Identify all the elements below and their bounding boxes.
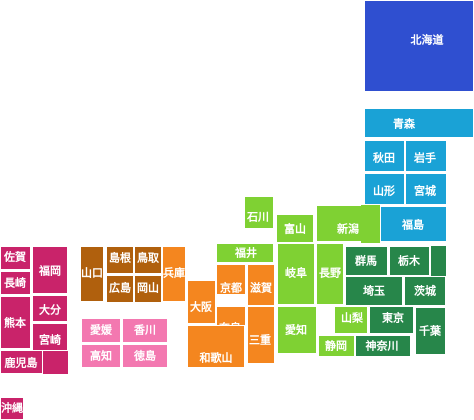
prefecture-yamanashi[interactable] <box>334 306 368 334</box>
prefecture-saga[interactable] <box>0 246 31 270</box>
prefecture-mie[interactable] <box>247 306 275 364</box>
prefecture-gunma[interactable] <box>345 246 388 276</box>
prefecture-hokkaido[interactable] <box>364 0 474 92</box>
prefecture-nagasaki[interactable] <box>0 271 31 295</box>
prefecture-akita[interactable] <box>364 140 405 172</box>
prefecture-osaka[interactable] <box>187 280 216 324</box>
prefecture-tottori[interactable] <box>134 246 162 274</box>
prefecture-kagawa[interactable] <box>122 318 168 343</box>
prefecture-kumamoto[interactable] <box>0 296 31 349</box>
japan-map: 北海道 青森 秋田 岩手 山形 宮城 福島 新潟 富山 石川 福井 長野 岐阜 愛知 静岡 山梨 群馬 栃木 茨城埼… <box>0 0 474 420</box>
prefecture-shimane[interactable] <box>106 246 134 274</box>
prefecture-aomori[interactable] <box>364 108 474 138</box>
prefecture-iwate[interactable] <box>405 140 447 172</box>
prefecture-aichi[interactable] <box>277 306 317 354</box>
prefecture-ehime[interactable] <box>81 318 121 343</box>
prefecture-miyagi[interactable] <box>405 173 447 205</box>
prefecture-ibaraki-part[interactable] <box>431 246 446 276</box>
prefecture-gifu[interactable] <box>277 243 315 305</box>
prefecture-kochi[interactable] <box>81 344 121 368</box>
prefecture-hyogo[interactable] <box>162 246 186 302</box>
prefecture-kagoshima-part[interactable] <box>43 351 68 374</box>
prefecture-kagoshima[interactable] <box>0 350 43 374</box>
prefecture-shiga[interactable] <box>247 264 275 306</box>
prefecture-ishikawa[interactable] <box>244 196 274 229</box>
prefecture-yamaguchi[interactable] <box>80 246 104 302</box>
prefecture-kyoto[interactable] <box>216 264 246 295</box>
prefecture-oita[interactable] <box>32 295 68 322</box>
prefecture-tokyo[interactable] <box>369 306 414 334</box>
prefecture-okinawa[interactable] <box>0 397 24 420</box>
prefecture-fukui[interactable] <box>216 243 274 263</box>
prefecture-chiba[interactable] <box>415 307 446 355</box>
prefecture-tokushima[interactable] <box>122 344 168 368</box>
prefecture-nagano[interactable] <box>316 243 344 305</box>
prefecture-toyama[interactable] <box>276 214 314 243</box>
prefecture-miyazaki[interactable] <box>32 323 68 351</box>
prefecture-fukushima[interactable] <box>380 206 447 242</box>
prefecture-okayama[interactable] <box>134 275 162 303</box>
prefecture-fukuoka[interactable] <box>32 246 68 294</box>
prefecture-tochigi[interactable] <box>389 246 430 276</box>
prefecture-saitama[interactable] <box>345 276 403 306</box>
prefecture-niigata-part[interactable] <box>361 205 380 243</box>
prefecture-shizuoka[interactable] <box>318 335 355 357</box>
prefecture-kanagawa[interactable] <box>355 335 411 357</box>
prefecture-yamagata[interactable] <box>364 173 405 205</box>
prefecture-hiroshima[interactable] <box>106 275 134 303</box>
prefecture-wakayama[interactable] <box>187 325 245 368</box>
prefecture-ibaraki[interactable] <box>404 276 446 306</box>
